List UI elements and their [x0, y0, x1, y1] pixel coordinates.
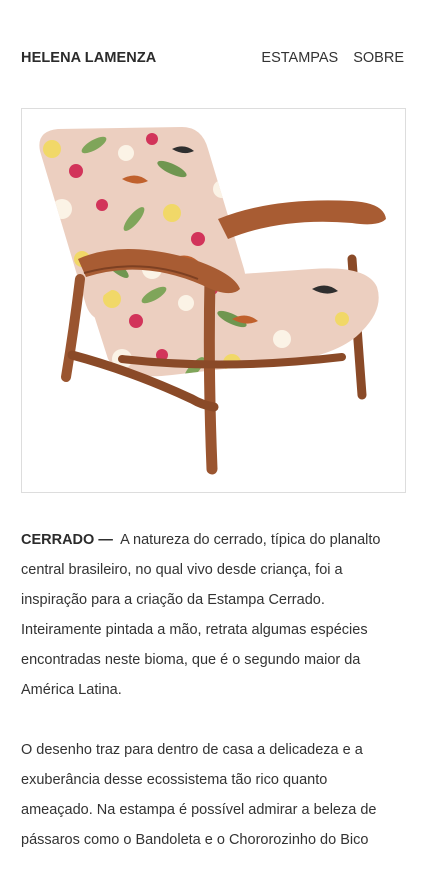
site-logo-link[interactable]: HELENA LAMENZA	[21, 50, 156, 66]
article-paragraph-1: CERRADO — A natureza do cerrado, típica …	[21, 525, 389, 705]
nav-link-estampas[interactable]: ESTAMPAS	[261, 50, 338, 66]
armchair-image	[39, 127, 386, 475]
nav-link-sobre[interactable]: SOBRE	[353, 50, 404, 66]
article-body: CERRADO — A natureza do cerrado, típica …	[21, 525, 389, 885]
article-lead-title: CERRADO —	[21, 532, 113, 548]
site-header: HELENA LAMENZA ESTAMPAS SOBRE	[21, 48, 404, 68]
main-nav: ESTAMPAS SOBRE	[261, 50, 404, 66]
article-paragraph-1-text: A natureza do cerrado, típica do planalt…	[21, 532, 381, 698]
article-paragraph-2: O desenho traz para dentro de casa a del…	[21, 742, 377, 848]
product-image-frame	[21, 108, 406, 493]
